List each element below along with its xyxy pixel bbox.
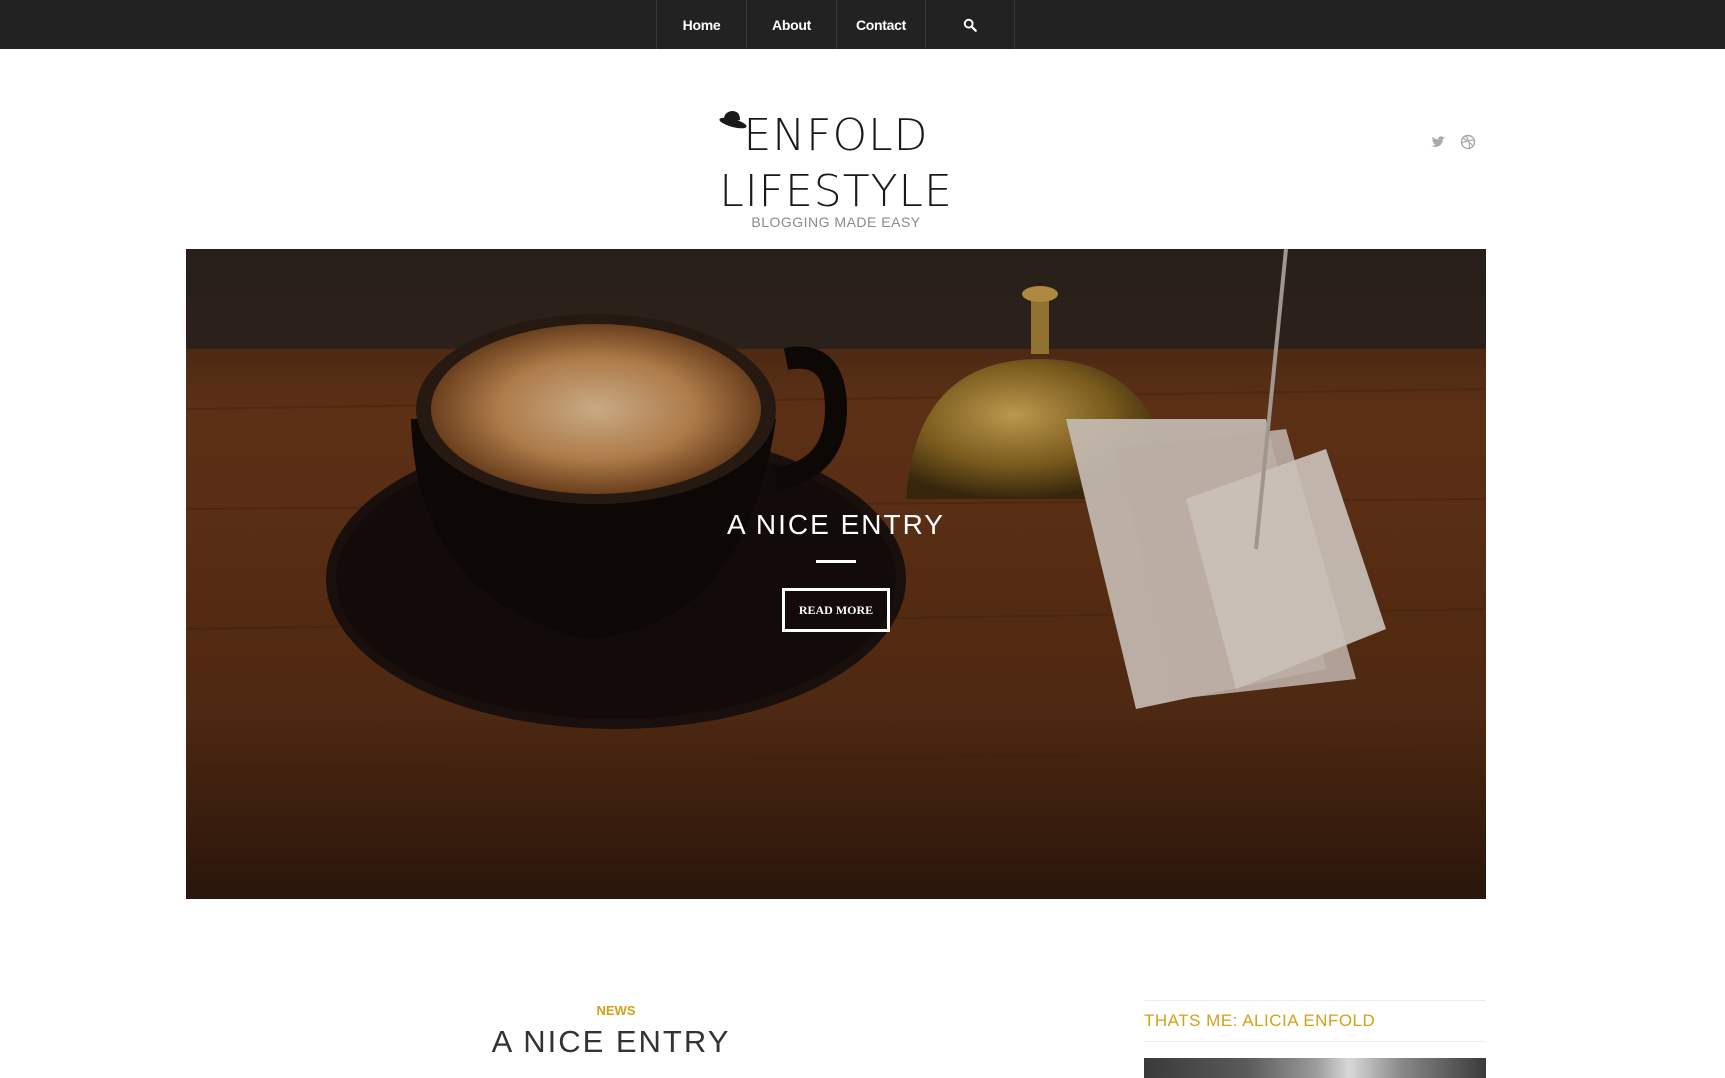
hero-divider — [816, 560, 856, 563]
hero-title[interactable]: A NICE ENTRY — [186, 509, 1486, 541]
nav-item-contact[interactable]: Contact — [837, 0, 926, 49]
hat-icon — [719, 111, 747, 129]
read-more-button[interactable]: READ MORE — [782, 588, 890, 632]
widget-divider — [1144, 1041, 1486, 1042]
search-icon — [963, 18, 977, 32]
author-photo — [1144, 1058, 1486, 1078]
main-menu: Home About Contact — [656, 0, 1015, 49]
post-title[interactable]: A NICE ENTRY — [411, 1024, 811, 1060]
site-logo[interactable]: ENFOLD LIFESTYLE BLOGGING MADE EASY — [638, 108, 1034, 230]
search-button[interactable] — [926, 0, 1015, 49]
nav-item-about[interactable]: About — [747, 0, 837, 49]
dribbble-icon[interactable] — [1460, 134, 1476, 150]
about-widget: THATS ME: ALICIA ENFOLD — [1144, 1000, 1486, 1078]
widget-title: THATS ME: ALICIA ENFOLD — [1144, 1011, 1376, 1030]
site-title: ENFOLD LIFESTYLE — [719, 110, 953, 217]
nav-item-home[interactable]: Home — [657, 0, 747, 49]
nav-item-label: About — [772, 16, 811, 33]
top-navigation-bar: Home About Contact — [0, 0, 1725, 49]
post-category-link[interactable]: NEWS — [580, 1003, 652, 1018]
twitter-icon[interactable] — [1430, 134, 1446, 150]
hero-overlay — [186, 249, 1486, 899]
featured-slider[interactable]: A NICE ENTRY READ MORE — [186, 249, 1486, 899]
site-tagline: BLOGGING MADE EASY — [751, 214, 921, 230]
nav-item-label: Home — [682, 16, 721, 33]
nav-item-label: Contact — [855, 16, 906, 33]
social-icons — [1430, 134, 1476, 150]
